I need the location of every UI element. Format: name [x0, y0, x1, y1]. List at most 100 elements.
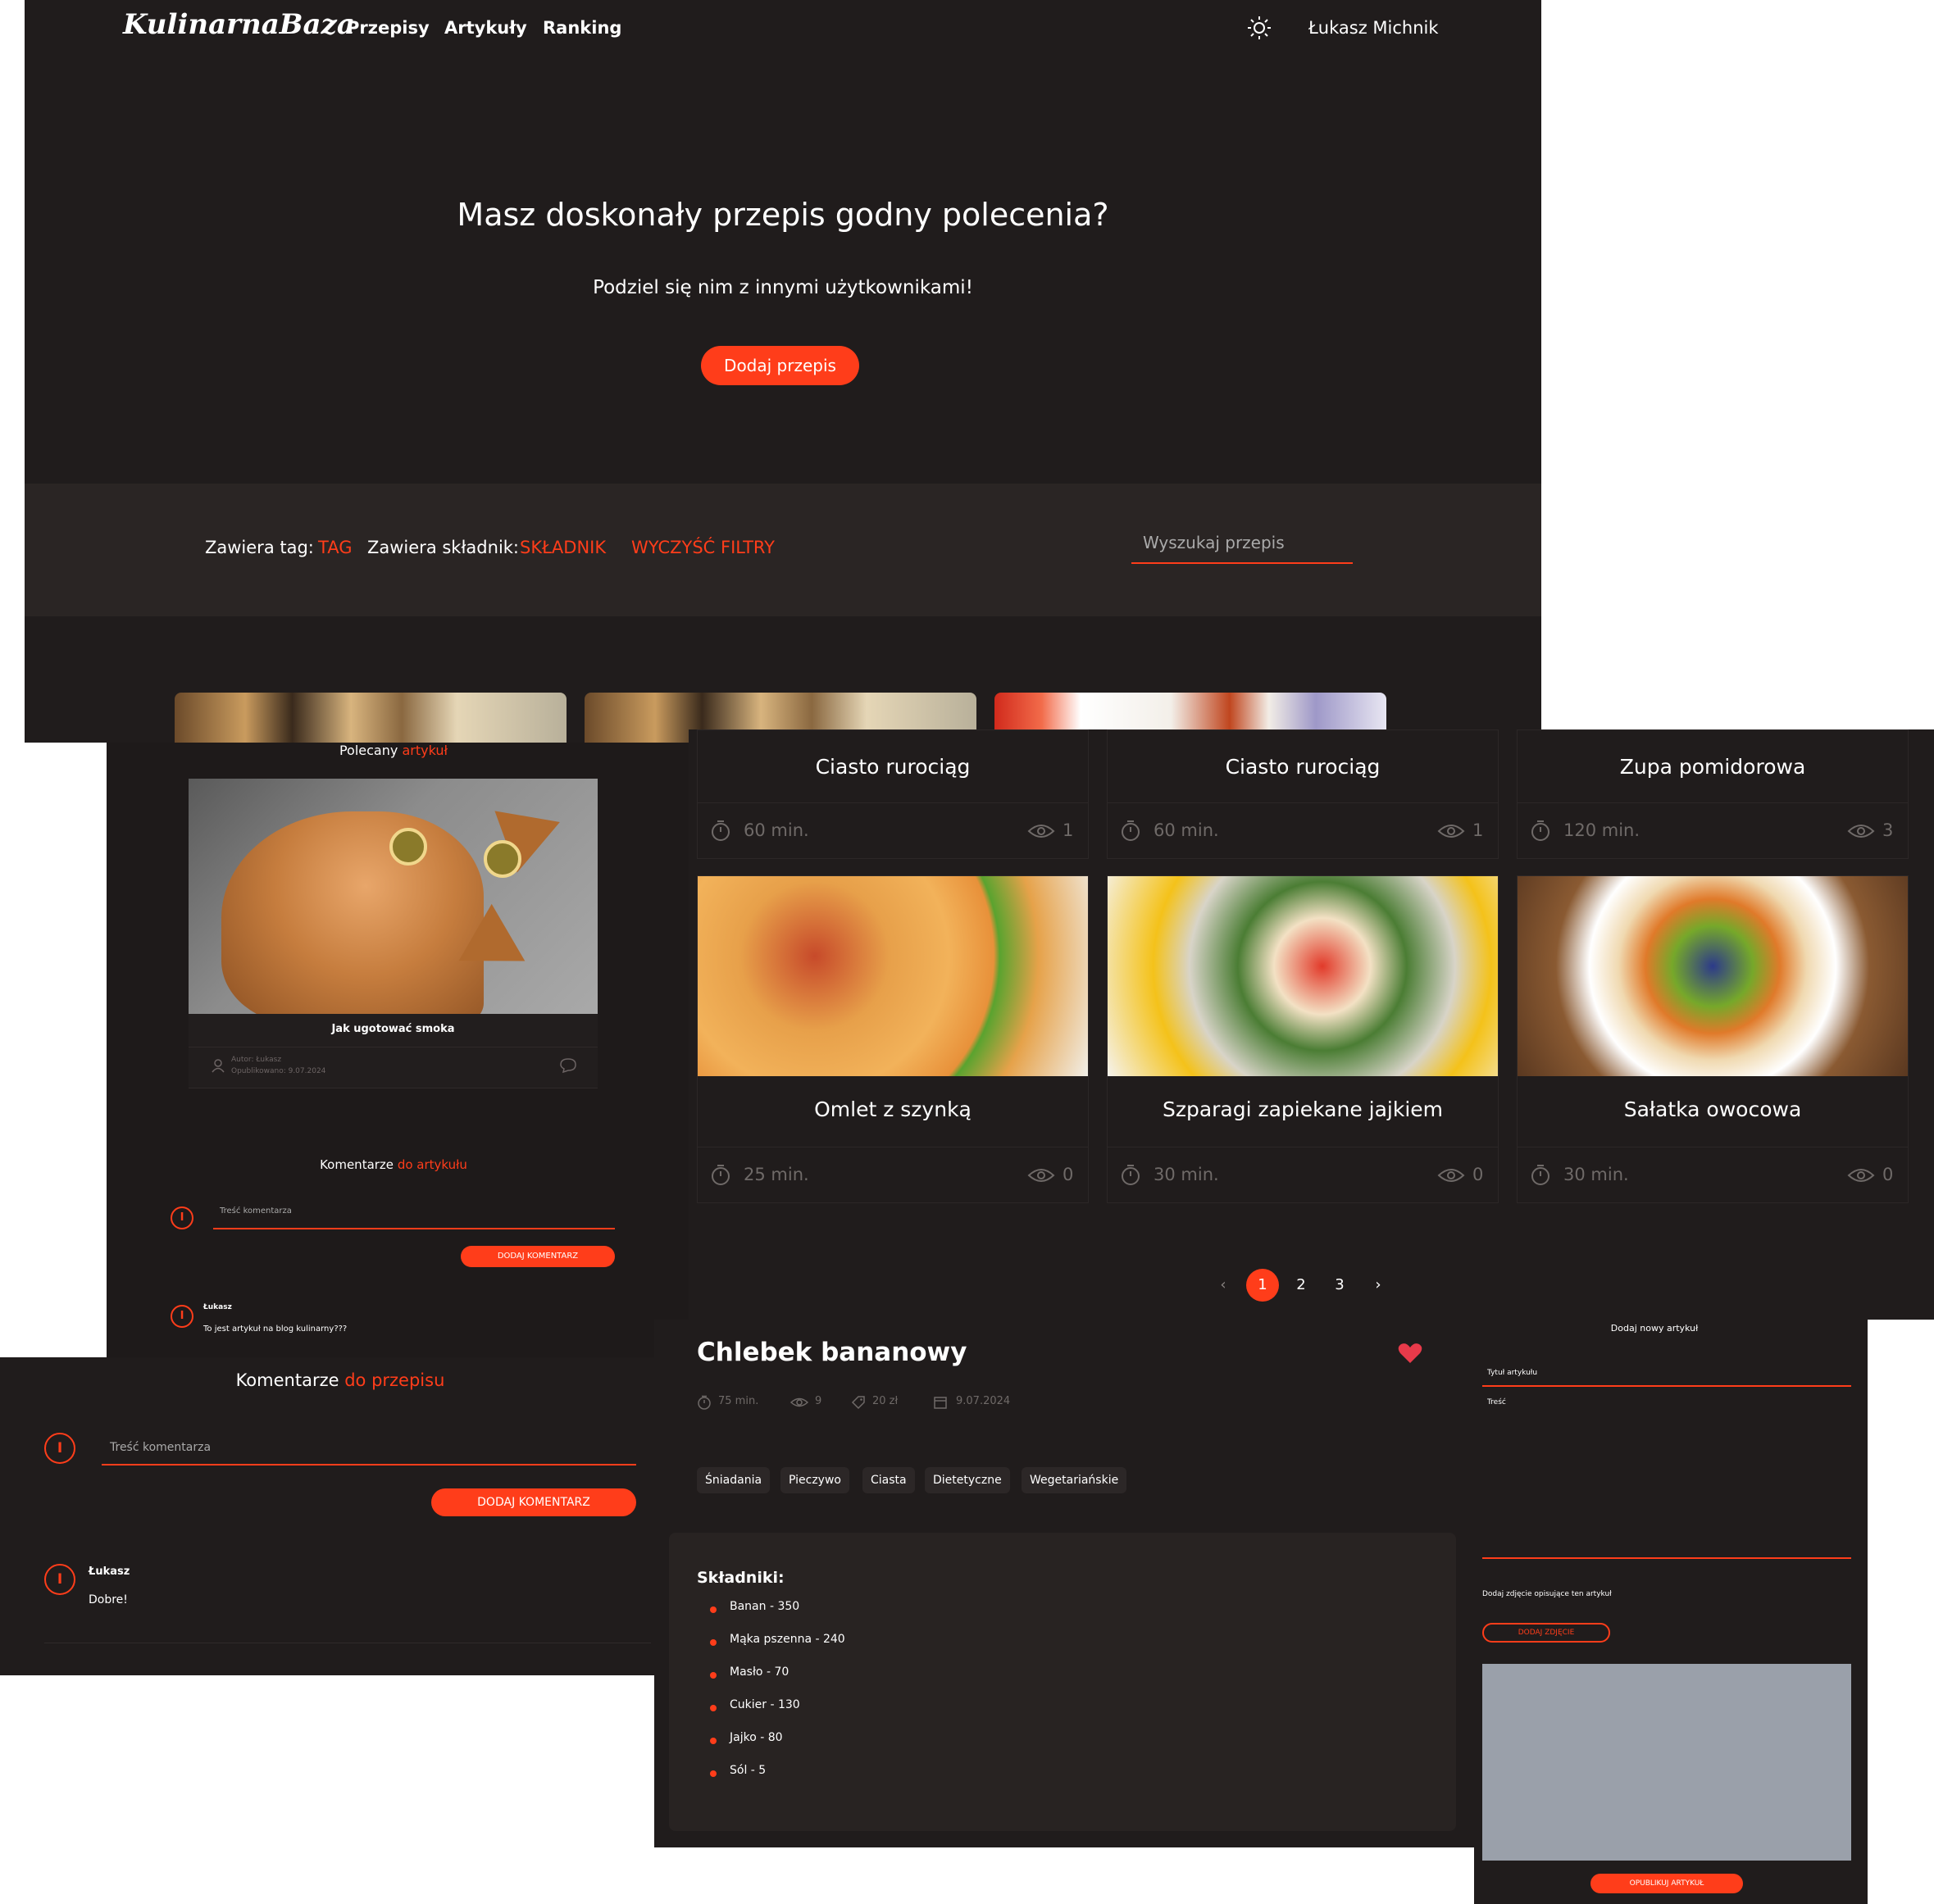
- eye-icon: [1847, 1169, 1875, 1182]
- recipe-image[interactable]: [1108, 876, 1498, 1076]
- search-input[interactable]: Wyszukaj przepis: [1131, 533, 1353, 564]
- heading-accent: artykuł: [402, 743, 448, 758]
- recipe-views: 3: [1882, 820, 1894, 840]
- ingredient-filter-label: Zawiera składnik:: [367, 538, 520, 557]
- photo-label: Dodaj zdjęcie opisujące ten artykuł: [1482, 1590, 1612, 1598]
- recipe-tag[interactable]: Pieczywo: [780, 1467, 849, 1493]
- landing-page: KulinarnaBaza Przepisy Artykuły Ranking …: [25, 0, 1541, 743]
- article-panel: Polecany artykuł Jak ugotować smoka Auto…: [107, 743, 689, 1366]
- add-photo-button[interactable]: DODAJ ZDJĘCIE: [1482, 1623, 1610, 1643]
- eye-icon: [790, 1397, 808, 1407]
- recipe-image[interactable]: [1518, 876, 1908, 1076]
- new-article-panel: Dodaj nowy artykuł Tytuł artykułu Treść …: [1474, 1320, 1868, 1904]
- recipe-comments-panel: Komentarze do przepisu I Treść komentarz…: [0, 1357, 656, 1675]
- recipe-name: Szparagi zapiekane jajkiem: [1162, 1097, 1444, 1121]
- user-avatar-icon: I: [171, 1305, 193, 1328]
- recipe-views: 9: [815, 1395, 822, 1407]
- add-article-comment-button[interactable]: DODAJ KOMENTARZ: [461, 1246, 615, 1267]
- eye-icon: [1437, 825, 1465, 838]
- timer-icon: [698, 1395, 711, 1410]
- eye-icon: [1027, 1169, 1055, 1182]
- recipe-tag[interactable]: Ciasta: [862, 1467, 915, 1493]
- article-author: Autor: Łukasz: [231, 1056, 282, 1064]
- nav-ranking[interactable]: Ranking: [543, 18, 621, 38]
- pagination-prev[interactable]: ‹: [1207, 1269, 1240, 1302]
- timer-icon: [712, 820, 730, 841]
- featured-article-heading: Polecany artykuł: [107, 743, 680, 758]
- hero-title: Masz doskonały przepis godny polecenia?: [457, 197, 1109, 233]
- article-comment-input[interactable]: Treść komentarza: [213, 1206, 615, 1229]
- timer-icon: [1122, 1165, 1140, 1185]
- recipe-time: 60 min.: [744, 820, 809, 840]
- recipe-time: 30 min.: [1563, 1165, 1629, 1184]
- ingredient-item: Sól - 5: [730, 1764, 767, 1777]
- recipe-time: 25 min.: [744, 1165, 809, 1184]
- add-recipe-comment-button[interactable]: DODAJ KOMENTARZ: [431, 1488, 636, 1516]
- add-recipe-button[interactable]: Dodaj przepis: [701, 346, 859, 385]
- ingredient-item: Banan - 350: [730, 1600, 800, 1613]
- tag-filter-label: Zawiera tag:: [205, 538, 314, 557]
- calendar-icon: [934, 1397, 947, 1409]
- sun-icon[interactable]: [1246, 15, 1272, 41]
- pagination-next[interactable]: ›: [1362, 1269, 1395, 1302]
- recipe-tag[interactable]: Dietetyczne: [925, 1467, 1010, 1493]
- article-content-textarea[interactable]: Treść: [1482, 1395, 1851, 1559]
- timer-icon: [712, 1165, 730, 1185]
- ingredient-item: Cukier - 130: [730, 1698, 800, 1711]
- site-logo[interactable]: KulinarnaBaza: [123, 8, 355, 41]
- article-title[interactable]: Jak ugotować smoka: [189, 1023, 598, 1035]
- recipe-thumbnail[interactable]: [175, 693, 567, 743]
- heading-accent: do przepisu: [344, 1370, 445, 1390]
- recipe-tag[interactable]: Wegetariańskie: [1022, 1467, 1127, 1493]
- ingredient-filter-value[interactable]: SKŁADNIK: [520, 538, 606, 557]
- recipe-time: 60 min.: [1154, 820, 1219, 840]
- comment-text: To jest artykuł na blog kulinarny???: [203, 1325, 348, 1334]
- comment-author: Łukasz: [89, 1565, 130, 1578]
- user-icon: [212, 1059, 225, 1073]
- heading-text: Komentarze: [235, 1370, 339, 1390]
- recipe-image[interactable]: [698, 876, 1088, 1076]
- article-title-input[interactable]: Tytuł artykułu: [1482, 1369, 1851, 1387]
- recipe-name: Ciasto rurociąg: [1225, 755, 1381, 779]
- recipe-comments-heading: Komentarze do przepisu: [0, 1370, 656, 1390]
- recipe-comment-input[interactable]: Treść komentarza: [102, 1433, 636, 1465]
- pagination-page-2[interactable]: 2: [1285, 1269, 1317, 1302]
- article-comments-heading: Komentarze do artykułu: [107, 1157, 680, 1172]
- user-menu[interactable]: Łukasz Michnik: [1308, 18, 1439, 38]
- article-image[interactable]: [189, 779, 598, 1014]
- recipe-card[interactable]: Omlet z szynką 25 min. 0: [697, 875, 1089, 1203]
- tag-filter-value[interactable]: TAG: [318, 538, 352, 557]
- recipe-card[interactable]: Sałatka owocowa 30 min. 0: [1517, 875, 1909, 1203]
- recipe-views: 0: [1063, 1165, 1074, 1184]
- ingredients-heading: Składniki:: [697, 1569, 785, 1587]
- publish-article-button[interactable]: OPUBLIKUJ ARTYKUŁ: [1590, 1874, 1743, 1893]
- user-avatar-icon: I: [44, 1564, 75, 1595]
- comment-icon[interactable]: [559, 1057, 577, 1074]
- ingredient-item: Mąka pszenna - 240: [730, 1633, 845, 1646]
- recipe-views: 0: [1472, 1165, 1484, 1184]
- heart-icon[interactable]: [1398, 1343, 1422, 1364]
- recipe-card[interactable]: Ciasto rurociąg 60 min. 1: [697, 729, 1089, 859]
- heading-text: Komentarze: [320, 1157, 394, 1172]
- recipe-card[interactable]: Zupa pomidorowa 120 min. 3: [1517, 729, 1909, 859]
- comment-text: Dobre!: [89, 1593, 128, 1606]
- price-tag-icon: [851, 1396, 865, 1410]
- ingredients-box: [669, 1533, 1456, 1831]
- eye-icon: [1027, 825, 1055, 838]
- recipe-card[interactable]: Szparagi zapiekane jajkiem 30 min. 0: [1107, 875, 1499, 1203]
- nav-artykuly[interactable]: Artykuły: [444, 18, 527, 38]
- pagination-page-1[interactable]: 1: [1246, 1269, 1279, 1302]
- recipe-name: Ciasto rurociąg: [815, 755, 971, 779]
- recipe-title: Chlebek bananowy: [697, 1338, 967, 1367]
- clear-filters-button[interactable]: WYCZYŚĆ FILTRY: [631, 538, 775, 557]
- eye-icon: [1437, 1169, 1465, 1182]
- ingredient-item: Jajko - 80: [730, 1731, 783, 1744]
- user-avatar-icon: I: [44, 1433, 75, 1464]
- recipe-price: 20 zł: [872, 1395, 899, 1407]
- heading-text: Polecany: [339, 743, 398, 758]
- recipe-name: Zupa pomidorowa: [1619, 755, 1806, 779]
- nav-przepisy[interactable]: Przepisy: [347, 18, 430, 38]
- pagination-page-3[interactable]: 3: [1323, 1269, 1356, 1302]
- recipe-tag[interactable]: Śniadania: [697, 1467, 771, 1493]
- recipe-card[interactable]: Ciasto rurociąg 60 min. 1: [1107, 729, 1499, 859]
